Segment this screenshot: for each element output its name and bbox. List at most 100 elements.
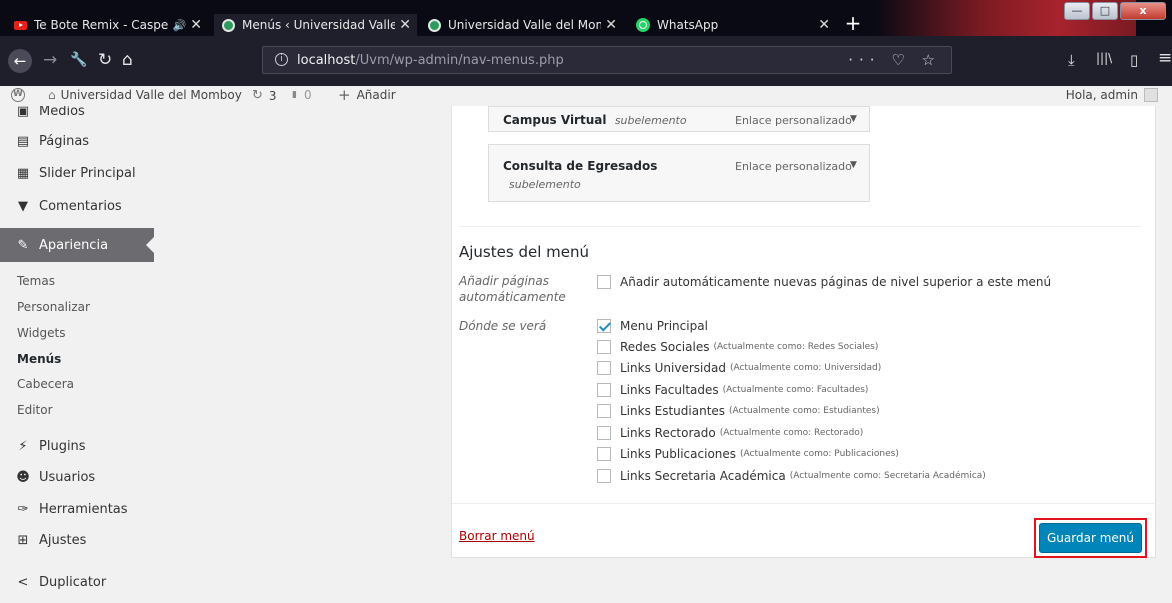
- comments-icon: ▼: [18, 198, 28, 214]
- page-actions-icon[interactable]: ··· ♡ ☆: [848, 51, 941, 69]
- location-note: (Actualmente como: Redes Sociales): [713, 342, 879, 352]
- menu-item-name: Consulta de Egresados: [503, 159, 658, 173]
- auto-add-checkbox[interactable]: [597, 275, 611, 289]
- location-note: (Actualmente como: Rectorado): [719, 428, 864, 438]
- audio-icon[interactable]: 🔊: [173, 19, 187, 32]
- updates-count: 3: [268, 88, 277, 103]
- site-name-link[interactable]: ⌂ Universidad Valle del Momboy: [48, 88, 242, 102]
- menu-icon[interactable]: ≡: [1158, 48, 1172, 68]
- comments-count: 0: [303, 88, 312, 102]
- menu-item-title: Campus Virtual subelemento: [503, 113, 687, 127]
- location-note: (Actualmente como: Publicaciones): [740, 449, 899, 459]
- sidebar-item-paginas[interactable]: ▤ Páginas: [0, 124, 154, 158]
- tab-close-icon[interactable]: ✕: [186, 17, 202, 33]
- location-checkbox[interactable]: [597, 319, 611, 333]
- tab-universidad[interactable]: Universidad Valle del Momboy ✕: [420, 14, 623, 36]
- submenu-item-temas[interactable]: Temas: [17, 274, 55, 288]
- forward-button[interactable]: →: [43, 49, 57, 71]
- location-row-links-estudiantes[interactable]: Links Estudiantes (Actualmente como: Est…: [597, 404, 880, 418]
- updates-link[interactable]: ↻ 3: [252, 88, 277, 103]
- location-checkbox[interactable]: [597, 426, 611, 440]
- location-checkbox[interactable]: [597, 404, 611, 418]
- location-row-links-universidad[interactable]: Links Universidad (Actualmente como: Uni…: [597, 361, 881, 375]
- sidebar-item-duplicator[interactable]: < Duplicator: [0, 565, 154, 599]
- youtube-icon: [14, 20, 27, 30]
- location-row-redes-sociales[interactable]: Redes Sociales (Actualmente como: Redes …: [597, 340, 878, 354]
- site-info-icon[interactable]: i: [275, 53, 288, 66]
- submenu-item-editor[interactable]: Editor: [17, 403, 53, 417]
- wp-logo-menu[interactable]: W: [11, 88, 29, 102]
- site-name: Universidad Valle del Momboy: [60, 88, 242, 102]
- auto-add-row[interactable]: Añadir automáticamente nuevas páginas de…: [597, 275, 1051, 289]
- menu-item-campus-virtual[interactable]: Campus Virtual subelemento Enlace person…: [488, 106, 870, 132]
- location-row-links-facultades[interactable]: Links Facultades (Actualmente como: Facu…: [597, 383, 868, 397]
- comments-link[interactable]: ▮ 0: [292, 88, 312, 102]
- location-checkbox[interactable]: [597, 447, 611, 461]
- location-row-links-publicaciones[interactable]: Links Publicaciones (Actualmente como: P…: [597, 447, 899, 461]
- delete-menu-link[interactable]: Borrar menú: [459, 529, 535, 543]
- expand-arrow-icon[interactable]: ▼: [850, 160, 857, 170]
- submenu-item-personalizar[interactable]: Personalizar: [17, 300, 90, 314]
- sidebar-item-label: Slider Principal: [39, 165, 136, 181]
- sidebar-item-ajustes[interactable]: ⊞ Ajustes: [0, 523, 154, 557]
- tab-close-icon[interactable]: ✕: [814, 17, 830, 33]
- home-icon[interactable]: ⌂: [122, 49, 133, 71]
- back-button[interactable]: ←: [8, 49, 32, 73]
- location-checkbox[interactable]: [597, 340, 611, 354]
- submenu-item-cabecera[interactable]: Cabecera: [17, 377, 74, 391]
- sidebar-icon[interactable]: ▯: [1130, 51, 1138, 69]
- sidebar-item-label: Usuarios: [39, 469, 96, 485]
- section-divider: [459, 226, 1141, 227]
- url-bar[interactable]: i localhost/Uvm/wp-admin/nav-menus.php ·…: [262, 46, 952, 74]
- greeting: Hola, admin: [1065, 88, 1138, 102]
- library-icon[interactable]: |||\: [1096, 51, 1112, 65]
- maximize-button[interactable]: □: [1092, 2, 1118, 20]
- reload-icon[interactable]: ↻: [98, 49, 112, 71]
- save-button-highlight: Guardar menú: [1034, 518, 1147, 558]
- location-name: Links Universidad: [620, 361, 726, 375]
- avatar: [1144, 88, 1158, 102]
- tools-icon[interactable]: 🔧: [70, 49, 87, 71]
- close-window-button[interactable]: x: [1120, 2, 1166, 20]
- location-row-menu-principal[interactable]: Menu Principal: [597, 319, 708, 333]
- minimize-button[interactable]: —: [1064, 2, 1090, 20]
- slider-icon: ▦: [16, 165, 30, 181]
- sidebar-item-herramientas[interactable]: ✑ Herramientas: [0, 492, 154, 526]
- location-row-links-rectorado[interactable]: Links Rectorado (Actualmente como: Recto…: [597, 426, 863, 440]
- pages-icon: ▤: [16, 133, 30, 149]
- download-icon[interactable]: ⤓: [1068, 51, 1075, 69]
- location-name: Links Facultades: [620, 383, 719, 397]
- comments-icon: ▮: [292, 90, 297, 100]
- sidebar-item-comentarios[interactable]: ▼ Comentarios: [0, 189, 154, 223]
- browser-toolbar: ← → 🔧 ↻ ⌂ i localhost/Uvm/wp-admin/nav-m…: [0, 36, 1172, 86]
- location-note: (Actualmente como: Secretaria Académica): [789, 471, 986, 481]
- location-checkbox[interactable]: [597, 469, 611, 483]
- location-name: Menu Principal: [620, 319, 708, 333]
- new-tab-button[interactable]: +: [842, 13, 864, 35]
- my-account-link[interactable]: Hola, admin: [1066, 88, 1158, 102]
- sidebar-item-usuarios[interactable]: ☻ Usuarios: [0, 460, 154, 494]
- sidebar-item-apariencia[interactable]: ✎ Apariencia: [0, 228, 154, 262]
- tab-youtube[interactable]: Te Bote Remix - Casper, Nio 🔊 ✕: [6, 14, 208, 36]
- tab-close-icon[interactable]: ✕: [601, 17, 617, 33]
- tab-menus[interactable]: Menús ‹ Universidad Valle del M ✕: [214, 14, 417, 36]
- plugins-icon: ⚡: [18, 438, 28, 454]
- save-menu-button[interactable]: Guardar menú: [1039, 523, 1142, 553]
- location-name: Redes Sociales: [620, 340, 710, 354]
- sidebar-item-plugins[interactable]: ⚡ Plugins: [0, 429, 154, 463]
- location-checkbox[interactable]: [597, 361, 611, 375]
- location-checkbox[interactable]: [597, 383, 611, 397]
- location-note: (Actualmente como: Facultades): [722, 385, 869, 395]
- sidebar-item-label: Medios: [39, 106, 85, 119]
- settings-icon: ⊞: [17, 532, 29, 548]
- tab-whatsapp[interactable]: WhatsApp ✕: [628, 14, 836, 36]
- sidebar-item-label: Comentarios: [39, 198, 122, 214]
- submenu-item-menus[interactable]: Menús: [17, 352, 61, 366]
- sidebar-item-slider[interactable]: ▦ Slider Principal: [0, 156, 154, 190]
- add-new-link[interactable]: + Añadir: [338, 88, 396, 103]
- submenu-item-widgets[interactable]: Widgets: [17, 326, 66, 340]
- menu-item-consulta-egresados[interactable]: Consulta de Egresados subelemento Enlace…: [488, 144, 870, 202]
- location-row-links-secretaria[interactable]: Links Secretaria Académica (Actualmente …: [597, 469, 986, 483]
- expand-arrow-icon[interactable]: ▼: [850, 114, 857, 124]
- tab-close-icon[interactable]: ✕: [395, 17, 411, 33]
